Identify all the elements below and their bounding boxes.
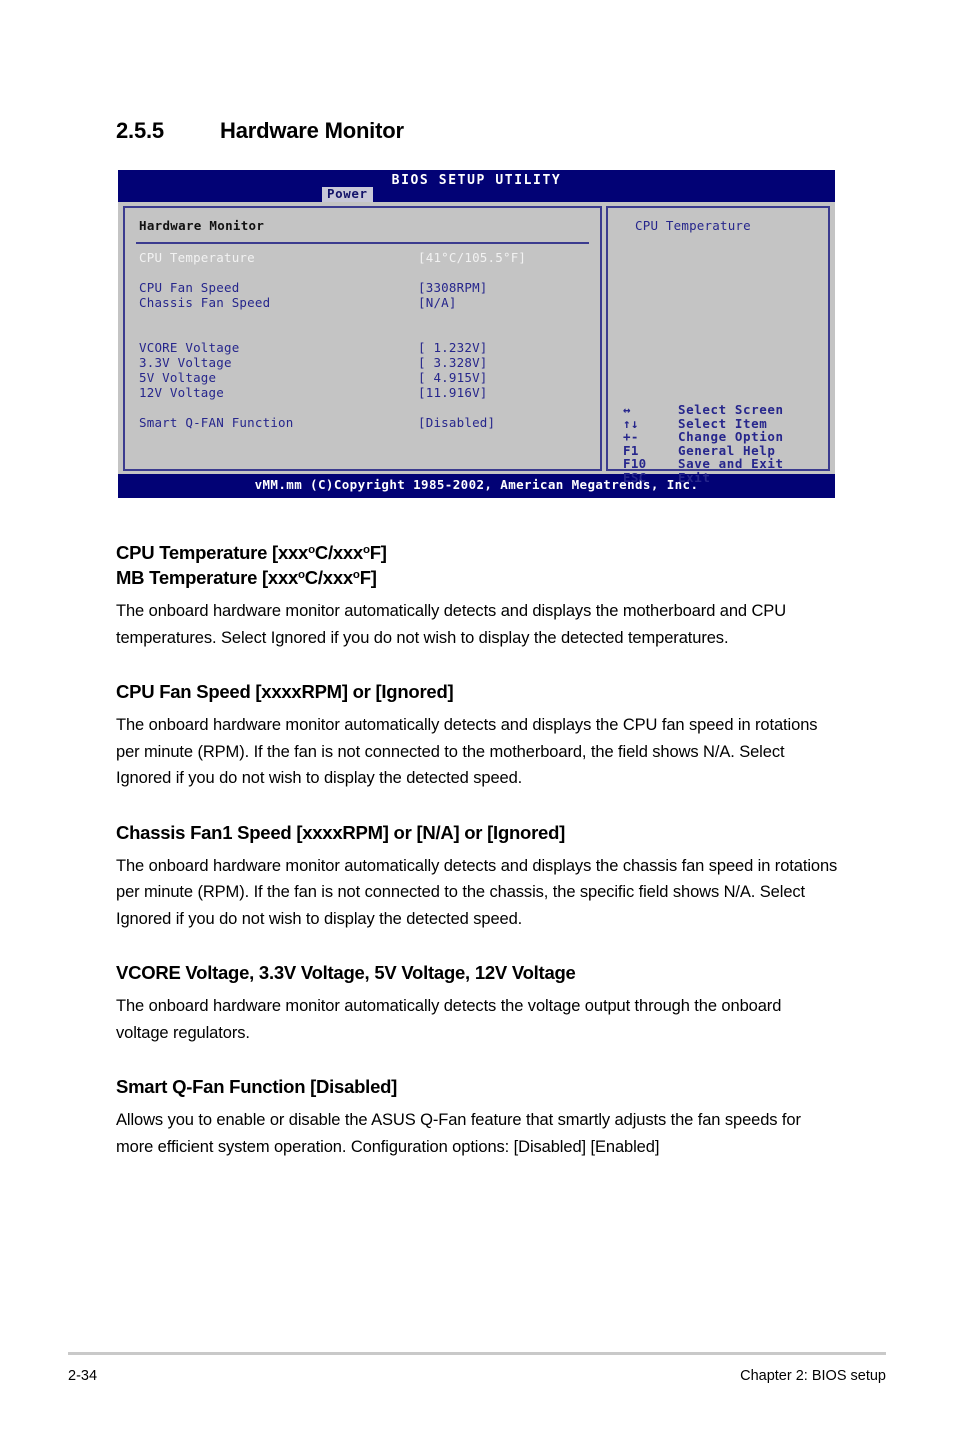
section-heading: VCORE Voltage, 3.3V Voltage, 5V Voltage,… [116,962,576,983]
row-label: CPU Fan Speed [139,280,240,295]
tab-power[interactable]: Power [322,187,373,203]
row-value: [ 1.232V] [418,340,488,355]
legend-label: Exit [678,469,711,485]
section-smart-qfan-function: Smart Q-Fan Function [Disabled] Allows y… [116,1074,838,1160]
row-value: [ 3.328V] [418,355,488,370]
row-12v-voltage[interactable]: 12V Voltage [11.916V] [139,385,592,402]
row-label: VCORE Voltage [139,340,240,355]
section-heading: CPU Fan Speed [xxxxRPM] or [Ignored] [116,681,454,702]
bios-titlebar: BIOS SETUP UTILITY Power [118,170,835,203]
footer-page-number: 2-34 [68,1368,98,1384]
row-chassis-fan-speed[interactable]: Chassis Fan Speed [N/A] [139,295,592,312]
help-panel: CPU Temperature ↔ Select Screen ↑↓ Selec… [606,206,830,483]
row-value: [ 4.915V] [418,370,488,385]
section-paragraph: The onboard hardware monitor automatical… [116,602,787,647]
legend-label: Save and Exit [678,456,784,472]
section-number: 2.5.5 [116,118,164,143]
row-value: [3308RPM] [418,280,488,295]
section-paragraph: The onboard hardware monitor automatical… [116,856,838,928]
row-label: Smart Q-FAN Function [139,415,294,430]
plus-minus-icon: +- [623,429,639,445]
esc-key-icon: ESC [623,469,647,485]
help-text: CPU Temperature [635,218,751,233]
left-right-arrow-icon: ↔ [623,402,631,417]
monitor-rows: CPU Temperature [41°C/105.5°F] CPU Fan S… [139,250,592,432]
section-heading-secondary: MB Temperature [xxxoC/xxxoF] [116,567,377,588]
section-heading: Smart Q-Fan Function [Disabled] [116,1076,398,1097]
section-cpu-temperature: CPU Temperature [xxxoC/xxxoF] MB Tempera… [116,540,838,651]
bios-setup-screenshot: BIOS SETUP UTILITY Power Hardware Monito… [118,170,835,498]
legend-label: Select Screen [678,402,784,417]
row-value: [11.916V] [418,385,488,400]
document-body: CPU Temperature [xxxoC/xxxoF] MB Tempera… [116,540,838,1160]
row-smart-qfan-function[interactable]: Smart Q-FAN Function [Disabled] [139,415,592,432]
key-legend: ↔ Select Screen ↑↓ Select Item +- Change… [623,402,784,486]
row-value: [N/A] [418,295,457,310]
section-voltages: VCORE Voltage, 3.3V Voltage, 5V Voltage,… [116,960,838,1046]
footer-divider [68,1352,886,1355]
section-chassis-fan1-speed: Chassis Fan1 Speed [xxxxRPM] or [N/A] or… [116,820,838,933]
section-paragraph: The onboard hardware monitor automatical… [116,997,782,1042]
row-label: CPU Temperature [139,250,255,265]
hardware-monitor-panel: Hardware Monitor CPU Temperature [41°C/1… [123,206,602,471]
bios-body: Hardware Monitor CPU Temperature [41°C/1… [118,202,835,483]
row-label: 5V Voltage [139,370,217,385]
section-heading: Chassis Fan1 Speed [xxxxRPM] or [N/A] or… [116,821,566,843]
row-label: 12V Voltage [139,385,224,400]
row-cpu-temperature[interactable]: CPU Temperature [41°C/105.5°F] [139,250,592,267]
row-label: 3.3V Voltage [139,355,232,370]
section-title: Hardware Monitor [220,118,404,143]
section-paragraph: The onboard hardware monitor automatical… [116,716,818,787]
heading-divider [136,242,589,244]
f10-key-icon: F10 [623,456,647,472]
legend-label: Change Option [678,429,784,445]
row-value: [Disabled] [418,415,496,430]
section-heading: CPU Temperature [xxxoC/xxxoF] [116,542,387,563]
hardware-monitor-heading: Hardware Monitor [139,218,265,233]
row-label: Chassis Fan Speed [139,295,271,310]
section-paragraph: Allows you to enable or disable the ASUS… [116,1111,801,1156]
bios-title: BIOS SETUP UTILITY [391,173,562,188]
footer-chapter-label: Chapter 2: BIOS setup [740,1368,886,1384]
section-cpu-fan-speed: CPU Fan Speed [xxxxRPM] or [Ignored] The… [116,679,838,792]
row-value: [41°C/105.5°F] [418,250,527,265]
legend-item-exit: ESC Exit [623,469,784,486]
page-title: 2.5.5 Hardware Monitor [116,118,404,144]
